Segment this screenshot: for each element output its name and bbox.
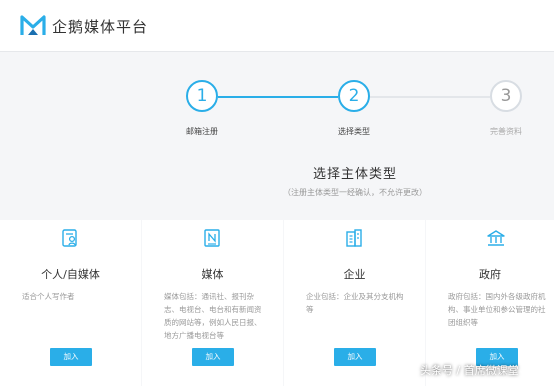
step-label: 完善资料	[490, 127, 522, 136]
step-label: 选择类型	[338, 127, 370, 136]
brand-logo-icon[interactable]	[20, 13, 46, 39]
card-enterprise: 企业 企业包括：企业及其分支机构等 加入	[284, 220, 425, 386]
card-description: 适合个人写作者	[22, 292, 75, 301]
card-title: 个人/自媒体	[41, 268, 100, 281]
newspaper-icon	[204, 229, 220, 247]
step-email-register: 1 邮箱注册	[157, 80, 247, 137]
join-enterprise-button[interactable]: 加入	[334, 348, 376, 366]
section-title: 选择主体类型	[312, 167, 397, 182]
card-description: 政府包括：国内外各级政府机构、事业单位和参公管理的社团组织等	[448, 292, 546, 327]
card-title: 媒体	[201, 268, 224, 281]
join-media-button[interactable]: 加入	[192, 348, 234, 366]
step-label: 邮箱注册	[186, 127, 218, 136]
watermark: 头条号 / 首席微课堂	[420, 364, 519, 377]
section-subtitle: （注册主体类型一经确认，不允许更改）	[283, 188, 427, 197]
step-number: 2	[338, 80, 370, 112]
card-media: 媒体 媒体包括：通讯社、报刊杂志、电视台、电台和有新闻资质的网站等，例如人民日报…	[142, 220, 283, 386]
card-description: 企业包括：企业及其分支机构等	[306, 292, 404, 314]
card-title: 企业	[343, 268, 366, 281]
card-individual: 个人/自媒体 适合个人写作者 加入	[0, 220, 141, 386]
brand-name[interactable]: 企鹅媒体平台	[52, 16, 148, 37]
government-icon	[487, 230, 505, 246]
card-title: 政府	[479, 268, 501, 281]
join-individual-button[interactable]: 加入	[50, 348, 92, 366]
building-icon	[346, 229, 362, 247]
step-complete-profile: 3 完善资料	[461, 80, 551, 137]
top-header: 企鹅媒体平台	[0, 0, 554, 52]
card-description: 媒体包括：通讯社、报刊杂志、电视台、电台和有新闻资质的网站等，例如人民日报、地方…	[164, 292, 262, 340]
step-number: 3	[490, 80, 522, 112]
id-card-icon	[62, 229, 77, 247]
step-number: 1	[186, 80, 218, 112]
step-select-type: 2 选择类型	[309, 80, 399, 137]
